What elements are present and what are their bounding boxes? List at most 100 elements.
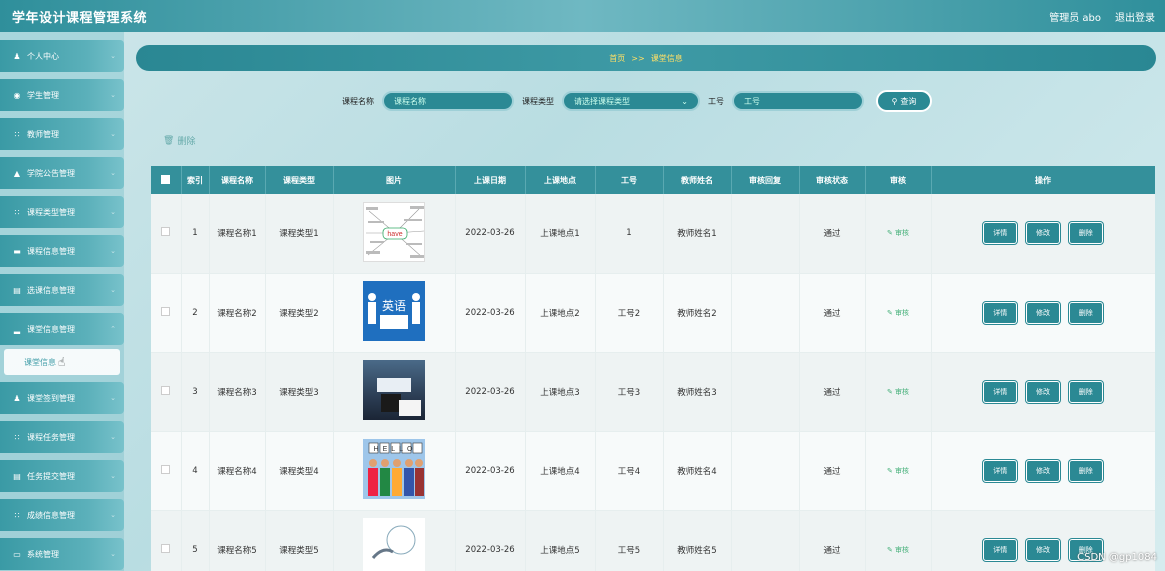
header-teacher: 教师姓名 <box>663 166 732 194</box>
review-link[interactable]: ✎ 审核 <box>887 467 909 475</box>
user-icon: ♟ <box>13 51 21 61</box>
edit-button[interactable]: 修改 <box>1026 222 1060 245</box>
review-link[interactable]: ✎ 审核 <box>887 229 909 237</box>
detail-button[interactable]: 详情 <box>983 222 1018 245</box>
course-thumbnail[interactable]: 英语 <box>363 281 425 341</box>
sidebar-item-class-info[interactable]: ▂ 课堂信息管理 ⌃ <box>0 313 124 345</box>
table-row: 2 课程名称2 课程类型2 英语 2022-03-26 上课地点2 工号2 教师… <box>151 273 1155 353</box>
sidebar-item-course-tasks[interactable]: ∷ 课程任务管理 ⌄ <box>0 421 124 453</box>
sidebar-item-label: 系统管理 <box>27 549 59 559</box>
logout-link[interactable]: 退出登录 <box>1115 9 1155 24</box>
cell-reply <box>731 194 800 274</box>
classroom-photo-icon <box>377 378 421 416</box>
detail-button[interactable]: 详情 <box>983 301 1018 324</box>
edit-button[interactable]: 修改 <box>1026 459 1060 482</box>
chevron-down-icon: ⌄ <box>110 208 116 216</box>
delete-button[interactable]: 删除 <box>1068 380 1103 403</box>
breadcrumb-separator: >> <box>631 53 645 63</box>
cell-status: 通过 <box>799 352 866 432</box>
course-thumbnail[interactable] <box>363 360 425 420</box>
course-name-label: 课程名称 <box>342 96 374 106</box>
cell-reply <box>731 431 800 511</box>
row-checkbox[interactable] <box>161 543 171 553</box>
cell-course-name: 课程名称2 <box>209 273 266 353</box>
edit-button[interactable]: 修改 <box>1026 301 1060 324</box>
cell-status: 通过 <box>799 510 866 571</box>
cell-place: 上课地点3 <box>525 352 596 432</box>
table-row: 4 课程名称4 课程类型4 HELLO 2022-03-26 上课地点4 工号4… <box>151 431 1155 511</box>
course-name-input[interactable]: 课程名称 <box>382 91 514 111</box>
sidebar: ♟ 个人中心 ⌄ ◉ 学生管理 ⌄ ∷ 教师管理 ⌄ ▲ 学院公告管理 ⌄ ∷ … <box>0 32 124 571</box>
breadcrumb-home[interactable]: 首页 <box>609 53 625 64</box>
doc-icon: ▤ <box>13 285 21 295</box>
trash-icon: 🗑 <box>163 135 175 146</box>
batch-delete-button[interactable]: 🗑 删除 <box>163 134 195 148</box>
delete-button[interactable]: 删除 <box>1068 301 1103 324</box>
sidebar-item-attendance[interactable]: ♟ 课堂签到管理 ⌄ <box>0 382 124 414</box>
cell-course-type: 课程类型5 <box>265 510 334 571</box>
pin-icon: ◉ <box>13 90 21 100</box>
sidebar-item-course-types[interactable]: ∷ 课程类型管理 ⌄ <box>0 196 124 228</box>
sidebar-item-announcements[interactable]: ▲ 学院公告管理 ⌄ <box>0 157 124 189</box>
select-all-header[interactable] <box>151 166 182 194</box>
row-checkbox[interactable] <box>161 385 171 395</box>
grid-icon: ∷ <box>14 207 20 217</box>
row-checkbox[interactable] <box>161 464 171 474</box>
sidebar-item-system[interactable]: ▭ 系统管理 ⌄ <box>0 538 124 570</box>
select-all-checkbox[interactable] <box>161 174 171 184</box>
thumb-caption: have <box>387 231 402 238</box>
header-actions: 操作 <box>931 166 1155 194</box>
delete-button[interactable]: 删除 <box>1068 222 1103 245</box>
cell-reply <box>731 352 800 432</box>
edit-button[interactable]: 修改 <box>1026 380 1060 403</box>
course-type-placeholder: 请选择课程类型 <box>574 96 630 106</box>
sidebar-item-course-info[interactable]: ▬ 课程信息管理 ⌄ <box>0 235 124 267</box>
course-thumbnail[interactable]: have <box>363 201 425 262</box>
sidebar-item-grades[interactable]: ∷ 成绩信息管理 ⌄ <box>0 499 124 531</box>
monitor-icon: ▭ <box>13 549 21 559</box>
wordcloud-image-icon: have <box>366 205 424 258</box>
business-training-image-icon <box>371 525 416 559</box>
delete-button[interactable]: 删除 <box>1068 459 1103 482</box>
admin-user-label[interactable]: 管理员 abo <box>1049 9 1101 24</box>
edit-button[interactable]: 修改 <box>1026 538 1060 561</box>
breadcrumb-current: 课堂信息 <box>650 53 683 63</box>
detail-button[interactable]: 详情 <box>983 459 1018 482</box>
app-title: 学年设计课程管理系统 <box>12 10 148 26</box>
review-link[interactable]: ✎ 审核 <box>887 388 909 396</box>
cell-place: 上课地点5 <box>525 510 596 571</box>
row-checkbox[interactable] <box>161 227 171 237</box>
detail-button[interactable]: 详情 <box>983 380 1018 403</box>
cell-index: 3 <box>181 352 210 432</box>
sidebar-item-students[interactable]: ◉ 学生管理 ⌄ <box>0 79 124 111</box>
sidebar-item-label: 课程类型管理 <box>27 207 75 217</box>
chevron-down-icon: ⌄ <box>110 130 116 138</box>
table-row: 3 课程名称3 课程类型3 2022-03-26 上课地点3 工号3 教师姓名3 <box>151 352 1155 432</box>
course-type-select[interactable]: 请选择课程类型 ⌄ <box>562 91 700 111</box>
row-checkbox[interactable] <box>161 306 171 316</box>
course-thumbnail[interactable] <box>363 518 425 571</box>
detail-button[interactable]: 详情 <box>983 538 1018 561</box>
query-button[interactable]: ⚲ 查询 <box>876 90 932 112</box>
sidebar-subitem-class-info[interactable]: 课堂信息 ☝ <box>4 349 120 375</box>
header-job-no: 工号 <box>595 166 664 194</box>
review-link[interactable]: ✎ 审核 <box>887 309 909 317</box>
cell-job-no: 工号4 <box>595 431 664 511</box>
cell-course-type: 课程类型3 <box>265 352 334 432</box>
top-bar: 学年设计课程管理系统 管理员 abo 退出登录 <box>0 0 1165 32</box>
sidebar-item-label: 课堂信息管理 <box>27 324 75 334</box>
job-no-input[interactable]: 工号 <box>732 91 864 111</box>
top-right-actions: 管理员 abo 退出登录 <box>1049 9 1155 24</box>
review-link[interactable]: ✎ 审核 <box>887 546 909 554</box>
sidebar-item-teachers[interactable]: ∷ 教师管理 ⌄ <box>0 118 124 150</box>
sidebar-item-personal-center[interactable]: ♟ 个人中心 ⌄ <box>0 40 124 72</box>
hand-cursor-icon: ☝ <box>58 355 66 369</box>
data-table: 索引 课程名称 课程类型 图片 上课日期 上课地点 工号 教师姓名 审核回复 审… <box>151 166 1155 571</box>
cell-job-no: 工号2 <box>595 273 664 353</box>
cell-date: 2022-03-26 <box>455 431 526 511</box>
chevron-down-icon: ⌄ <box>110 52 116 60</box>
sidebar-item-task-submission[interactable]: ▤ 任务提交管理 ⌄ <box>0 460 124 492</box>
sidebar-item-course-selection[interactable]: ▤ 选课信息管理 ⌄ <box>0 274 124 306</box>
breadcrumb: 首页 >> 课堂信息 <box>136 45 1156 71</box>
course-thumbnail[interactable]: HELLO <box>363 439 425 499</box>
